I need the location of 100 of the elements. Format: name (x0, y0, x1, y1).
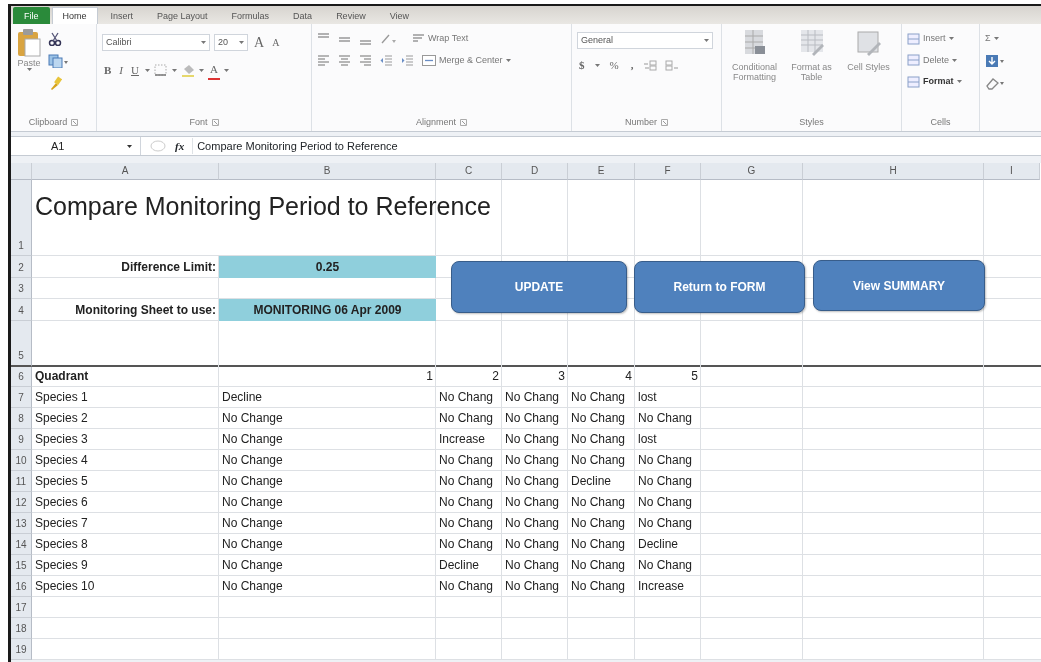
row-header[interactable]: 18 (11, 618, 32, 639)
column-header[interactable]: F (635, 163, 701, 180)
table-cell-text: No Chang (638, 452, 693, 469)
fill-down-icon[interactable] (985, 53, 1005, 68)
column-header[interactable]: I (984, 163, 1040, 180)
input-field[interactable]: 0.25 (219, 256, 436, 278)
shrink-font-button[interactable]: A (270, 35, 282, 50)
row-header[interactable]: 9 (11, 429, 32, 450)
row-header[interactable]: 17 (11, 597, 32, 618)
wrap-text-button[interactable]: Wrap Text (412, 32, 469, 46)
wrap-text-icon (412, 33, 425, 45)
table-cell-text: No Change (222, 473, 283, 490)
ribbon-tab[interactable]: Review (325, 7, 377, 24)
row-header[interactable]: 7 (11, 387, 32, 408)
sheet-button[interactable]: Return to FORM (634, 261, 805, 313)
underline-button[interactable]: U (129, 62, 141, 79)
row-header[interactable]: 14 (11, 534, 32, 555)
percent-button[interactable]: % (607, 57, 621, 74)
table-cell-text: Species 2 (35, 410, 88, 427)
row-header[interactable]: 1 (11, 180, 32, 256)
bold-button[interactable]: B (102, 62, 114, 79)
table-cell-text: Decline (439, 557, 480, 574)
column-header[interactable]: A (32, 163, 219, 180)
table-cell-text: No Chang (505, 473, 560, 490)
launcher-icon[interactable] (460, 118, 467, 126)
row-header[interactable]: 19 (11, 639, 32, 660)
input-field[interactable]: MONITORING 06 Apr 2009 (219, 299, 436, 321)
row-header[interactable]: 16 (11, 576, 32, 597)
cells-menu-button[interactable]: Delete (907, 53, 962, 67)
border-icon[interactable] (153, 64, 168, 77)
column-header[interactable]: H (803, 163, 984, 180)
row-header[interactable]: 2 (11, 256, 32, 278)
increase-decimal-icon[interactable] (643, 59, 658, 72)
table-cell-text: No Chang (571, 494, 626, 511)
cells-menu-button[interactable]: Format (907, 75, 962, 89)
align-right-icon[interactable] (359, 53, 372, 67)
row-header[interactable]: 11 (11, 471, 32, 492)
launcher-icon[interactable] (211, 118, 219, 126)
ribbon-tab[interactable]: Insert (99, 7, 145, 24)
table-cell-text: No Chang (571, 452, 626, 469)
launcher-icon[interactable] (661, 118, 668, 126)
launcher-icon[interactable] (71, 118, 79, 126)
row-header[interactable]: 12 (11, 492, 32, 513)
delete-cells-icon (907, 54, 920, 67)
number-format-dropdown[interactable]: General (577, 32, 713, 49)
italic-button[interactable]: I (117, 62, 125, 79)
ribbon-tab[interactable]: Data (282, 7, 324, 24)
style-gallery-button[interactable]: Cell Styles (841, 28, 896, 116)
caret-icon[interactable] (127, 144, 132, 148)
orientation-icon[interactable] (380, 32, 396, 46)
table-cell-text: No Change (222, 536, 283, 553)
select-all-corner[interactable] (11, 163, 32, 180)
formula-field[interactable]: Compare Monitoring Period to Reference (192, 137, 398, 155)
ribbon-tab[interactable]: Page Layout (146, 7, 219, 24)
font-size-dropdown[interactable]: 20 (214, 34, 248, 51)
insert-function-button[interactable]: fx (175, 137, 185, 155)
align-center-icon[interactable] (338, 53, 351, 67)
sheet-button[interactable]: UPDATE (451, 261, 627, 313)
align-left-icon[interactable] (317, 53, 330, 67)
paste-button[interactable]: Paste (16, 28, 42, 116)
copy-icon[interactable] (48, 54, 68, 68)
table-cell-text: No Chang (439, 389, 494, 406)
cells-menu-button[interactable]: Insert (907, 32, 962, 46)
row-header[interactable]: 10 (11, 450, 32, 471)
table-cell-text: 4 (625, 368, 632, 385)
fill-bucket-icon[interactable] (180, 63, 195, 77)
column-header[interactable]: C (436, 163, 502, 180)
column-header[interactable]: E (568, 163, 635, 180)
merge-center-button[interactable]: Merge & Center (422, 53, 511, 67)
row-header[interactable]: 3 (11, 278, 32, 299)
currency-button[interactable]: $ (577, 57, 587, 74)
style-gallery-button[interactable]: Format as Table (784, 28, 839, 116)
column-header[interactable]: D (502, 163, 568, 180)
row-header[interactable]: 5 (11, 321, 32, 367)
column-header[interactable]: B (219, 163, 436, 180)
row-header[interactable]: 8 (11, 408, 32, 429)
table-cell-text: No Chang (439, 578, 494, 595)
brush-icon[interactable] (48, 76, 62, 90)
table-cell-text: No Chang (439, 494, 494, 511)
grow-font-button[interactable]: A (252, 32, 267, 53)
decrease-indent-icon[interactable] (380, 53, 393, 67)
row-header[interactable]: 13 (11, 513, 32, 534)
row-header[interactable]: 4 (11, 299, 32, 321)
ribbon-tab[interactable]: Formulas (220, 7, 281, 24)
column-header[interactable]: G (701, 163, 803, 180)
ribbon-tab[interactable]: Home (51, 7, 98, 24)
name-box[interactable]: A1 (11, 137, 141, 155)
decrease-decimal-icon[interactable] (665, 59, 680, 72)
row-header[interactable]: 6 (11, 367, 32, 387)
row-header[interactable]: 15 (11, 555, 32, 576)
font-name-dropdown[interactable]: Calibri (102, 34, 210, 51)
style-gallery-button[interactable]: Conditional Formatting (727, 28, 782, 116)
ribbon-tab[interactable]: View (378, 7, 420, 24)
file-tab[interactable]: File (13, 7, 50, 24)
sheet-button[interactable]: View SUMMARY (813, 260, 985, 311)
font-color-button[interactable]: A (207, 61, 220, 80)
comma-button[interactable]: , (628, 57, 636, 74)
autosum-button[interactable]: Σ (985, 32, 1015, 46)
increase-indent-icon[interactable] (401, 53, 414, 67)
scissors-icon[interactable] (48, 32, 62, 46)
